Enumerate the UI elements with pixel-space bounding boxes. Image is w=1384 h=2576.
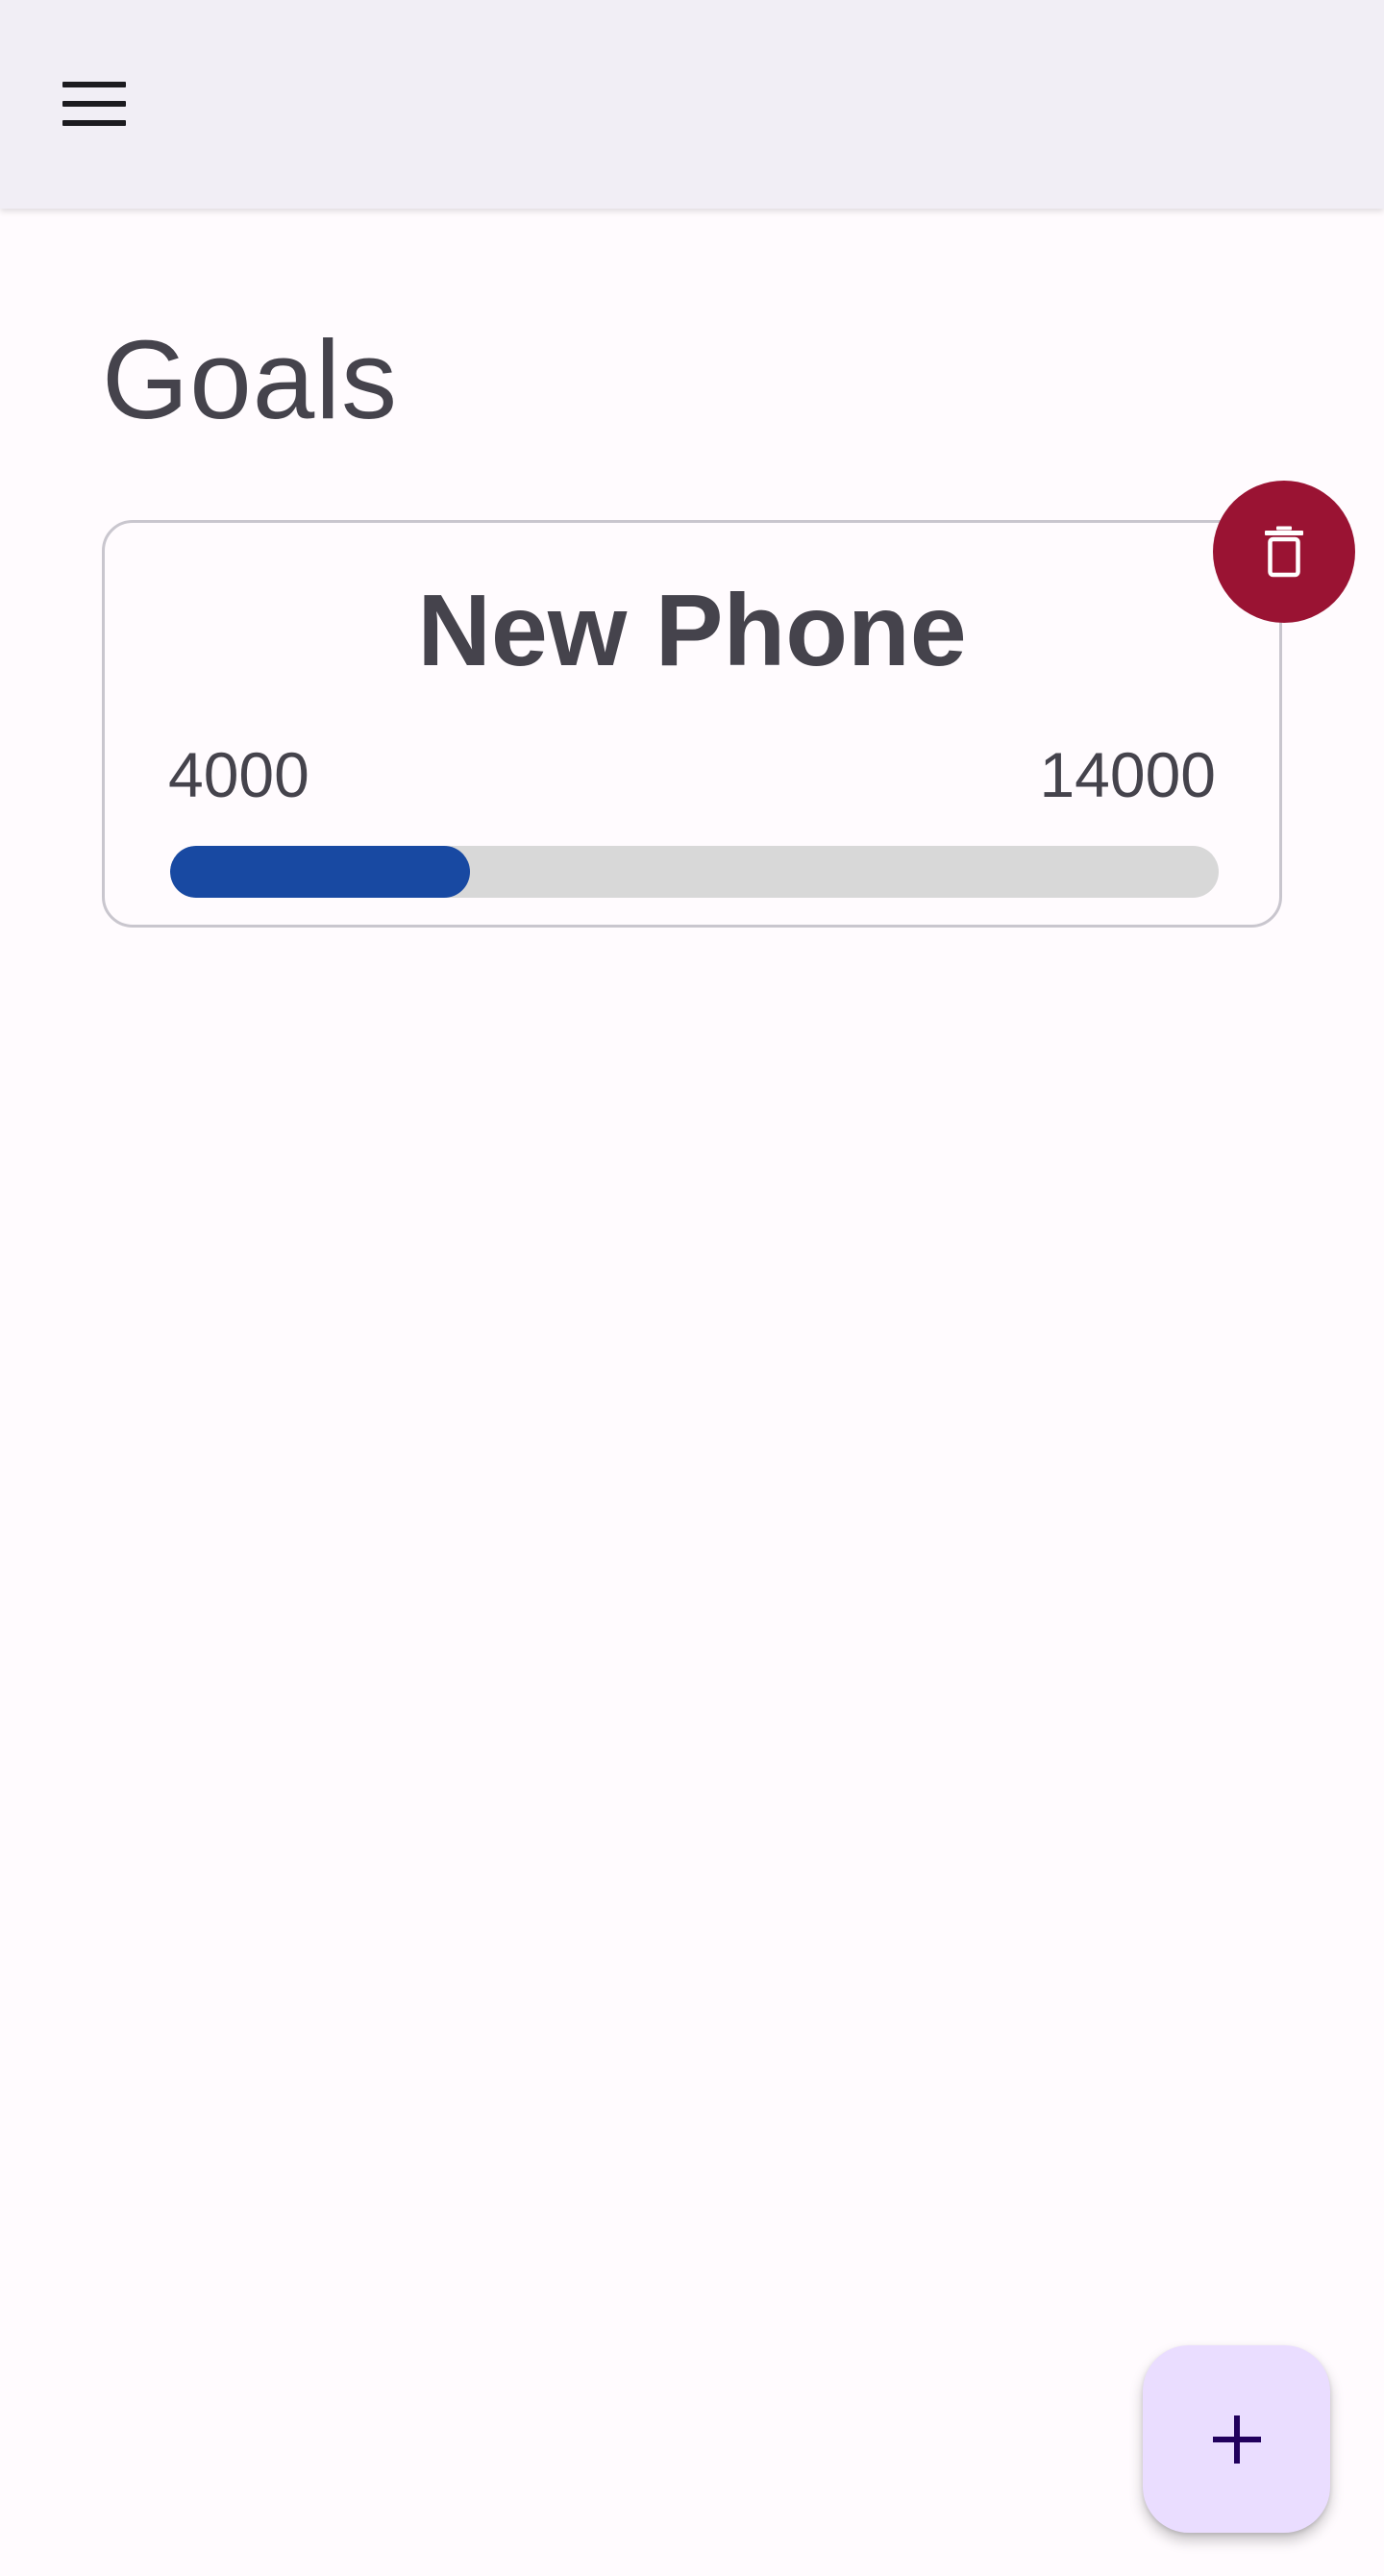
- menu-button[interactable]: [44, 54, 144, 154]
- page-title: Goals: [102, 317, 399, 442]
- menu-icon: [62, 82, 126, 126]
- goal-target-amount: 14000: [1039, 739, 1216, 810]
- trash-icon: [1265, 526, 1303, 578]
- top-app-bar: [0, 0, 1384, 209]
- add-goal-button[interactable]: [1143, 2345, 1330, 2533]
- goal-current-amount: 4000: [168, 739, 309, 810]
- plus-icon: [1212, 2415, 1261, 2464]
- goal-card[interactable]: New Phone 4000 14000: [102, 520, 1282, 928]
- goal-progress-fill: [170, 846, 470, 898]
- goal-progress-bar: [170, 846, 1219, 898]
- delete-goal-button[interactable]: [1213, 481, 1355, 623]
- goal-name: New Phone: [417, 574, 967, 687]
